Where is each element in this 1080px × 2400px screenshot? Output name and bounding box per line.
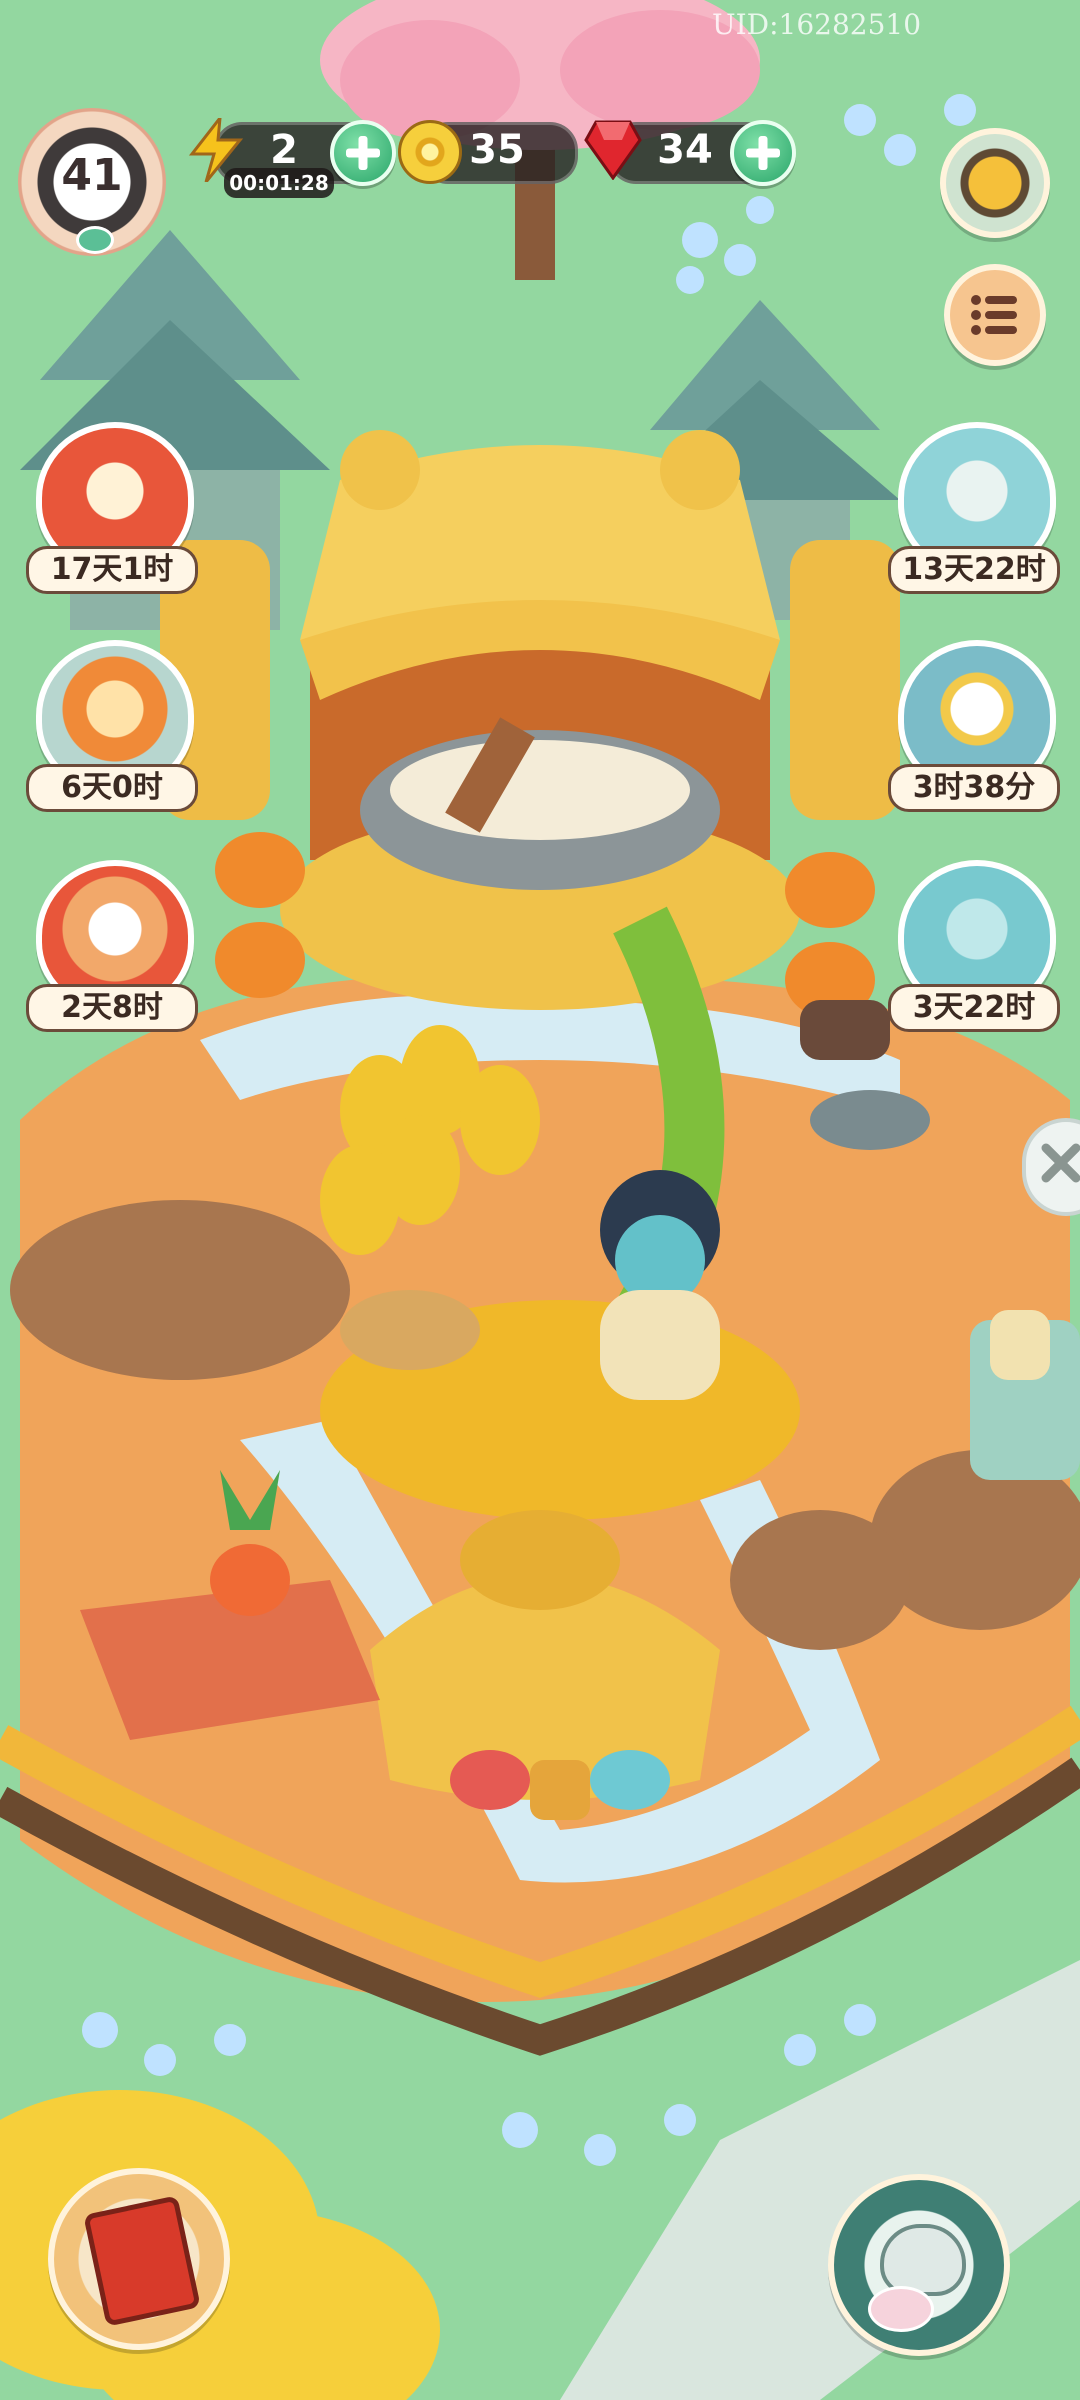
event-book-festival[interactable]: 17天1时 — [24, 422, 198, 594]
add-energy-button[interactable] — [330, 120, 396, 186]
level-leaf-icon — [76, 226, 114, 254]
energy-timer: 00:01:28 — [224, 168, 334, 198]
ruby-icon — [584, 118, 642, 181]
recipe-book-button[interactable] — [48, 2168, 230, 2350]
gem-value: 34 — [657, 127, 713, 173]
level-badge[interactable]: 41 — [18, 108, 166, 256]
event-timer: 3时38分 — [888, 764, 1060, 812]
event-gift-box-bear[interactable]: 3天22时 — [886, 860, 1060, 1032]
event-timer: 3天22时 — [888, 984, 1060, 1032]
shrine-bell-button[interactable] — [940, 128, 1050, 238]
event-timer: 13天22时 — [888, 546, 1060, 594]
event-autumn-lion[interactable]: 6天0时 — [24, 640, 198, 812]
close-icon — [1041, 1143, 1080, 1183]
teapot-icon — [880, 2224, 966, 2296]
game-world[interactable] — [0, 0, 1080, 2400]
event-lucky-cat[interactable]: 2天8时 — [24, 860, 198, 1032]
event-snow-mountain[interactable]: 3时38分 — [886, 640, 1060, 812]
rabbit-icon — [868, 2286, 934, 2332]
teahouse-button[interactable] — [828, 2174, 1010, 2356]
level-number: 41 — [61, 150, 123, 201]
uid-label: UID:16282510 — [712, 8, 922, 41]
coin-icon — [398, 120, 462, 184]
kitchen-stall[interactable] — [970, 1310, 1080, 1480]
event-timer: 2天8时 — [26, 984, 198, 1032]
menu-list-button[interactable] — [944, 264, 1046, 366]
list-icon — [970, 290, 1020, 340]
add-gems-button[interactable] — [730, 120, 796, 186]
red-book-icon — [83, 2195, 201, 2327]
thatched-mill-shrine[interactable] — [280, 430, 800, 1010]
coin-value: 35 — [469, 127, 525, 173]
event-spirit-cat-bath[interactable]: 13天22时 — [886, 422, 1060, 594]
event-timer: 6天0时 — [26, 764, 198, 812]
event-timer: 17天1时 — [26, 546, 198, 594]
